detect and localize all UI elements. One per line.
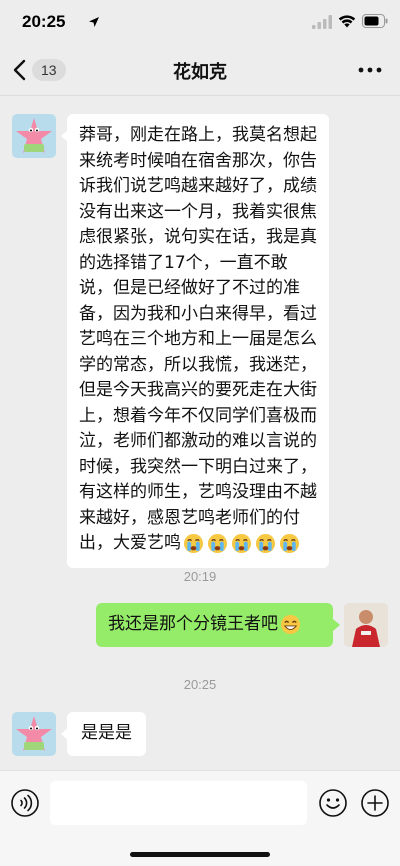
battery-icon	[362, 14, 388, 28]
location-arrow-icon	[89, 17, 99, 27]
crying-emoji-icon	[279, 533, 300, 553]
message-bubble-received[interactable]: 莽哥，刚走在路上，我莫名想起来统考时候咱在宿舍那次，你告诉我们说艺鸣越来越好了，…	[67, 114, 329, 568]
chat-title: 花如克	[173, 62, 227, 83]
grin-emoji-icon	[280, 614, 301, 634]
contact-avatar[interactable]	[12, 114, 56, 158]
message-input[interactable]	[50, 781, 307, 825]
starfish-avatar-icon	[12, 114, 56, 158]
cellular-signal-icon	[312, 15, 332, 29]
crying-emoji-icon	[231, 533, 252, 553]
emoji-picker-icon[interactable]	[318, 788, 348, 818]
emoji-group	[183, 533, 300, 554]
user-photo-icon	[344, 603, 388, 647]
contact-avatar[interactable]	[12, 712, 56, 756]
plus-icon[interactable]	[360, 788, 390, 818]
status-bar: 20:25	[0, 0, 400, 44]
bubble-tail	[333, 619, 340, 631]
crying-emoji-icon	[183, 533, 204, 553]
message-bubble-sent[interactable]: 我还是那个分镜王者吧	[96, 603, 333, 647]
chat-header: 13 花如克	[0, 44, 400, 96]
message-text: 是是是	[81, 723, 132, 743]
crying-emoji-icon	[207, 533, 228, 553]
message-bubble-received[interactable]: 是是是	[67, 712, 146, 756]
more-options-icon[interactable]	[358, 66, 382, 74]
home-indicator	[130, 852, 270, 857]
message-text: 我还是那个分镜王者吧	[108, 614, 278, 634]
voice-input-icon[interactable]	[10, 788, 40, 818]
timestamp-separator: 20:25	[183, 677, 217, 692]
timestamp-separator: 20:19	[183, 569, 217, 584]
message-text: 莽哥，刚走在路上，我莫名想起来统考时候咱在宿舍那次，你告诉我们说艺鸣越来越好了，…	[79, 125, 317, 553]
status-time: 20:25	[22, 12, 66, 31]
wifi-icon	[338, 15, 356, 28]
starfish-avatar-icon	[12, 712, 56, 756]
crying-emoji-icon	[255, 533, 276, 553]
my-avatar[interactable]	[344, 603, 388, 647]
